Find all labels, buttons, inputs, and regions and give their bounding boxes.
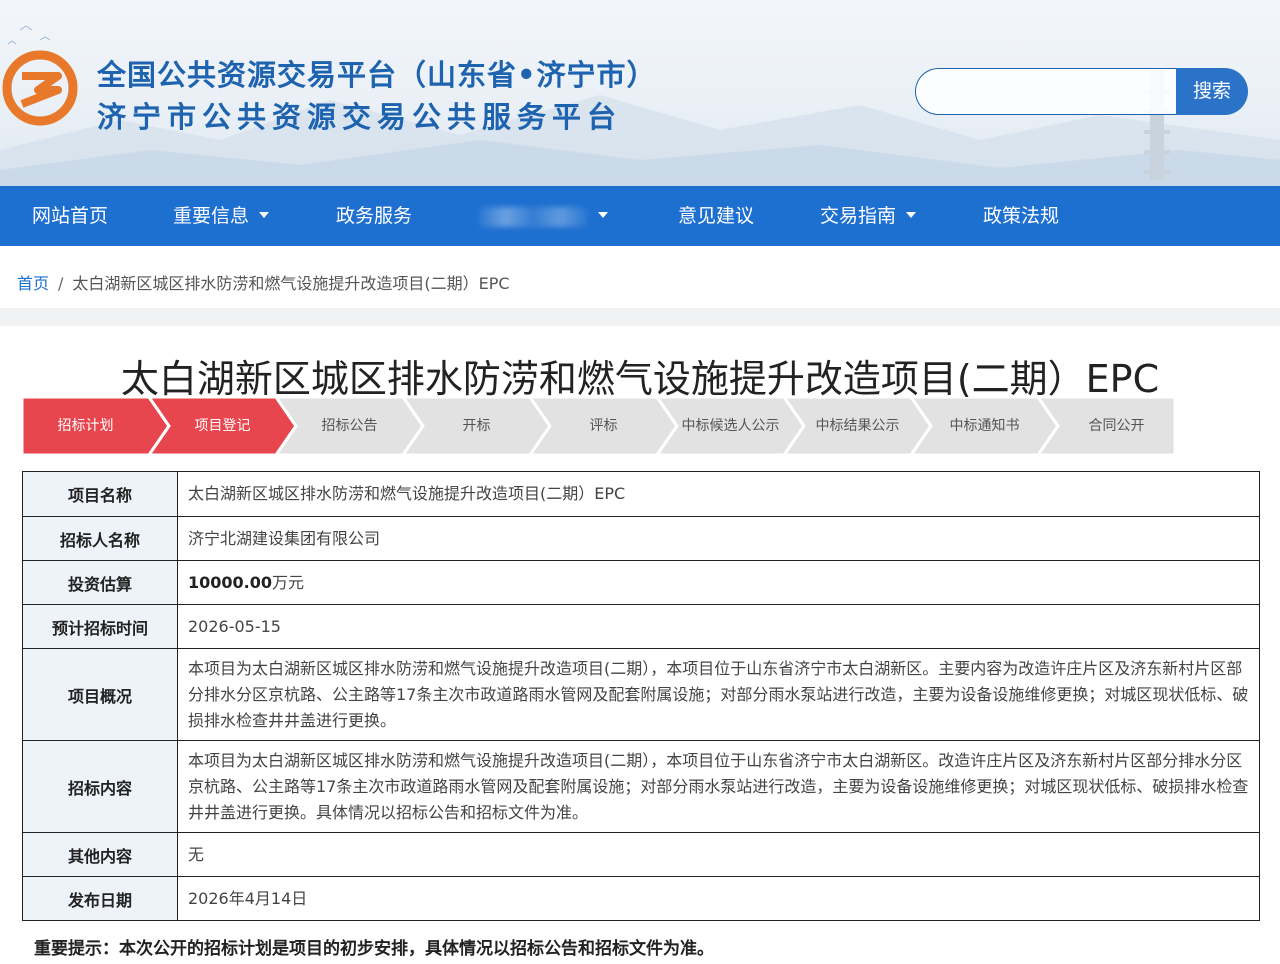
step-label: 中标结果公示	[815, 418, 900, 434]
row-key: 投资估算	[22, 560, 178, 605]
step-label: 招标公告	[321, 418, 378, 434]
nav-item-policies[interactable]: 政策法规	[983, 186, 1059, 246]
site-logo-icon	[2, 50, 78, 126]
main-nav: 网站首页 重要信息 政务服务 意见建议 交易指南 政策法规	[0, 186, 1280, 246]
project-info-table: 项目名称 太白湖新区城区排水防涝和燃气设施提升改造项目(二期）EPC 招标人名称…	[22, 471, 1260, 921]
row-key: 项目概况	[22, 648, 178, 741]
row-key: 招标内容	[22, 740, 178, 833]
nav-item-label: 重要信息	[173, 205, 250, 227]
table-row: 投资估算 10000.00万元	[22, 560, 1260, 605]
breadcrumb-home-link[interactable]: 首页	[17, 274, 49, 293]
step-label: 中标通知书	[949, 418, 1020, 434]
table-row: 项目概况 本项目为太白湖新区城区排水防涝和燃气设施提升改造项目(二期），本项目位…	[22, 648, 1260, 741]
important-notice: 重要提示：本次公开的招标计划是项目的初步安排，具体情况以招标公告和招标文件为准。	[34, 939, 714, 959]
row-value: 本项目为太白湖新区城区排水防涝和燃气设施提升改造项目(二期），本项目位于山东省济…	[177, 740, 1260, 833]
step-label: 项目登记	[194, 418, 251, 434]
nav-item-label	[478, 206, 588, 227]
nav-item-feedback[interactable]: 意见建议	[678, 186, 754, 246]
table-row: 项目名称 太白湖新区城区排水防涝和燃气设施提升改造项目(二期）EPC	[22, 471, 1260, 517]
row-key: 其他内容	[22, 832, 178, 877]
row-key: 项目名称	[22, 471, 178, 517]
investment-unit: 万元	[272, 572, 305, 592]
nav-item-label: 政务服务	[336, 205, 413, 227]
search-input[interactable]	[916, 69, 1181, 114]
investment-amount: 10000.00	[188, 572, 273, 592]
platform-title-primary: 全国公共资源交易平台（山东省•济宁市）	[97, 58, 657, 92]
table-row: 发布日期 2026年4月14日	[22, 876, 1260, 921]
breadcrumb-current: 太白湖新区城区排水防涝和燃气设施提升改造项目(二期）EPC	[72, 274, 510, 293]
row-value: 本项目为太白湖新区城区排水防涝和燃气设施提升改造项目(二期），本项目位于山东省济…	[177, 648, 1260, 741]
chevron-down-icon	[598, 211, 608, 218]
table-row: 预计招标时间 2026-05-15	[22, 604, 1260, 649]
row-value: 济宁北湖建设集团有限公司	[177, 516, 1260, 561]
row-value: 10000.00万元	[177, 560, 1260, 605]
chevron-down-icon	[906, 211, 917, 218]
row-key: 预计招标时间	[22, 604, 178, 649]
breadcrumb-bar: 首页 / 太白湖新区城区排水防涝和燃气设施提升改造项目(二期）EPC	[0, 256, 1280, 308]
nav-item-label: 交易指南	[820, 205, 897, 227]
progress-steps: 招标计划 项目登记 招标公告 开标 评标 中标候选人公示 中标结果公示 中标通知书 合同公开	[22, 397, 1175, 455]
nav-item-label: 意见建议	[678, 205, 755, 227]
section-divider	[0, 308, 1280, 326]
nav-item-label: 政策法规	[983, 205, 1060, 227]
step-label: 开标	[462, 418, 491, 434]
site-header: 全国公共资源交易平台（山东省•济宁市） 济宁市公共资源交易公共服务平台 搜索	[0, 0, 1280, 186]
breadcrumb: 首页 / 太白湖新区城区排水防涝和燃气设施提升改造项目(二期）EPC	[17, 270, 510, 294]
breadcrumb-separator: /	[58, 274, 64, 293]
row-key: 招标人名称	[22, 516, 178, 561]
step-label: 招标计划	[57, 418, 114, 434]
row-value: 无	[177, 832, 1260, 877]
page-title: 太白湖新区城区排水防涝和燃气设施提升改造项目(二期）EPC	[120, 357, 1160, 401]
table-row: 招标人名称 济宁北湖建设集团有限公司	[22, 516, 1260, 561]
row-value: 太白湖新区城区排水防涝和燃气设施提升改造项目(二期）EPC	[177, 471, 1260, 517]
step-label: 中标候选人公示	[681, 418, 780, 434]
table-row: 招标内容 本项目为太白湖新区城区排水防涝和燃气设施提升改造项目(二期），本项目位…	[22, 740, 1260, 833]
platform-title-secondary: 济宁市公共资源交易公共服务平台	[97, 100, 623, 134]
nav-item-trading-guide[interactable]: 交易指南	[820, 186, 917, 246]
row-value: 2026年4月14日	[177, 876, 1260, 921]
nav-item-government-services[interactable]: 政务服务	[336, 186, 412, 246]
step-label: 评标	[589, 418, 618, 434]
row-key: 发布日期	[22, 876, 178, 921]
nav-item-important-info[interactable]: 重要信息	[173, 186, 270, 246]
table-row: 其他内容 无	[22, 832, 1260, 877]
step-label: 合同公开	[1088, 418, 1145, 434]
nav-item-label: 网站首页	[32, 205, 109, 227]
search-box	[915, 68, 1181, 115]
chevron-down-icon	[259, 211, 270, 218]
nav-item-obscured[interactable]	[478, 186, 608, 246]
row-value: 2026-05-15	[177, 604, 1260, 649]
nav-item-home[interactable]: 网站首页	[32, 186, 108, 246]
search-button[interactable]: 搜索	[1176, 68, 1248, 115]
